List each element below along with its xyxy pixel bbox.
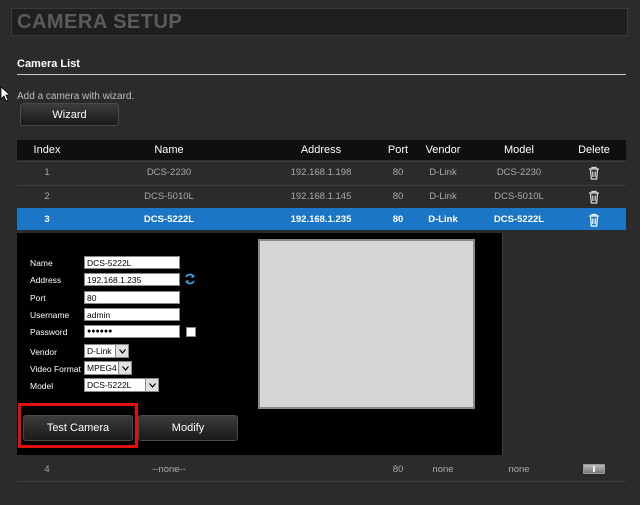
- trash-icon: [583, 464, 605, 474]
- name-label: Name: [30, 258, 53, 268]
- highlight-annotation: [18, 403, 138, 448]
- table-bottom-divider: [17, 481, 626, 482]
- chevron-down-icon: [145, 379, 158, 391]
- password-label: Password: [30, 327, 68, 337]
- col-header-model: Model: [504, 144, 534, 156]
- row-port: 80: [392, 167, 404, 178]
- video-format-select-value: MPEG4: [87, 363, 117, 373]
- col-header-address: Address: [300, 144, 342, 156]
- col-header-name: Name: [154, 144, 184, 156]
- page-title: CAMERA SETUP: [17, 11, 183, 33]
- video-format-label: Video Format: [30, 364, 81, 374]
- trash-icon[interactable]: [588, 190, 600, 204]
- trash-icon[interactable]: [588, 213, 600, 227]
- table-row[interactable]: 1 DCS-2230 192.168.1.198 80 D-Link DCS-2…: [17, 161, 626, 183]
- username-input[interactable]: admin: [84, 308, 180, 321]
- model-label: Model: [30, 381, 54, 391]
- row-index: 1: [44, 167, 50, 178]
- col-header-index: Index: [33, 144, 61, 156]
- delete-button[interactable]: [570, 209, 618, 230]
- model-select[interactable]: DCS-5222L: [84, 378, 159, 392]
- row-model: DCS-2230: [496, 167, 542, 178]
- table-row-selected[interactable]: 3 DCS-5222L 192.168.1.235 80 D-Link DCS-…: [17, 208, 626, 230]
- wizard-hint: Add a camera with wizard.: [17, 91, 135, 102]
- col-header-vendor: Vendor: [425, 144, 461, 156]
- modify-button[interactable]: Modify: [138, 415, 238, 441]
- row-port: 80: [392, 463, 404, 475]
- table-header: Index Name Address Port Vendor Model Del…: [17, 140, 626, 160]
- col-header-delete: Delete: [578, 144, 610, 156]
- row-vendor: none: [432, 463, 454, 475]
- trash-icon[interactable]: [588, 166, 600, 180]
- title-bar: CAMERA SETUP: [11, 8, 628, 36]
- row-vendor: D-Link: [429, 191, 457, 202]
- chevron-down-icon: [118, 362, 131, 374]
- row-index: 4: [44, 463, 50, 475]
- row-vendor: D-Link: [428, 214, 458, 225]
- chevron-down-icon: [115, 345, 128, 357]
- section-divider: [17, 74, 626, 75]
- row-name: DCS-5010L: [144, 191, 194, 202]
- row-index: 3: [44, 214, 50, 225]
- vendor-label: Vendor: [30, 347, 57, 357]
- row-vendor: D-Link: [429, 167, 457, 178]
- delete-button-disabled: [570, 458, 618, 480]
- camera-preview: [258, 239, 475, 409]
- row-port: 80: [392, 214, 404, 225]
- model-select-value: DCS-5222L: [87, 380, 132, 390]
- row-name: DCS-5222L: [143, 214, 195, 225]
- row-port: 80: [392, 191, 404, 202]
- vendor-select-value: D-Link: [87, 346, 112, 356]
- row-address: 192.168.1.235: [290, 214, 352, 225]
- row-name: --none--: [152, 463, 186, 475]
- name-input[interactable]: DCS-5222L: [84, 256, 180, 269]
- video-format-select[interactable]: MPEG4: [84, 361, 132, 375]
- username-label: Username: [30, 310, 70, 320]
- address-label: Address: [30, 275, 62, 285]
- row-model: none: [508, 463, 530, 475]
- show-password-checkbox[interactable]: [186, 327, 196, 337]
- port-label: Port: [30, 293, 46, 303]
- delete-button[interactable]: [570, 186, 618, 207]
- delete-button[interactable]: [570, 162, 618, 183]
- password-input[interactable]: ●●●●●●: [84, 325, 180, 338]
- port-input[interactable]: 80: [84, 291, 180, 304]
- table-row[interactable]: 4 --none-- 80 none none: [17, 458, 626, 480]
- row-model: DCS-5222L: [493, 214, 545, 225]
- table-row[interactable]: 2 DCS-5010L 192.168.1.145 80 D-Link DCS-…: [17, 185, 626, 207]
- refresh-icon[interactable]: [184, 273, 196, 285]
- panel-divider: [502, 233, 503, 455]
- row-address: [260, 458, 382, 480]
- vendor-select[interactable]: D-Link: [84, 344, 129, 358]
- mouse-cursor-icon: [0, 86, 10, 102]
- row-name: DCS-2230: [146, 167, 192, 178]
- camera-list-heading: Camera List: [17, 58, 80, 70]
- row-index: 2: [44, 191, 50, 202]
- wizard-button[interactable]: Wizard: [20, 103, 119, 126]
- address-input[interactable]: 192.168.1.235: [84, 273, 180, 286]
- row-model: DCS-5010L: [494, 191, 544, 202]
- row-address: 192.168.1.198: [290, 167, 352, 178]
- row-address: 192.168.1.145: [290, 191, 352, 202]
- col-header-port: Port: [387, 144, 409, 156]
